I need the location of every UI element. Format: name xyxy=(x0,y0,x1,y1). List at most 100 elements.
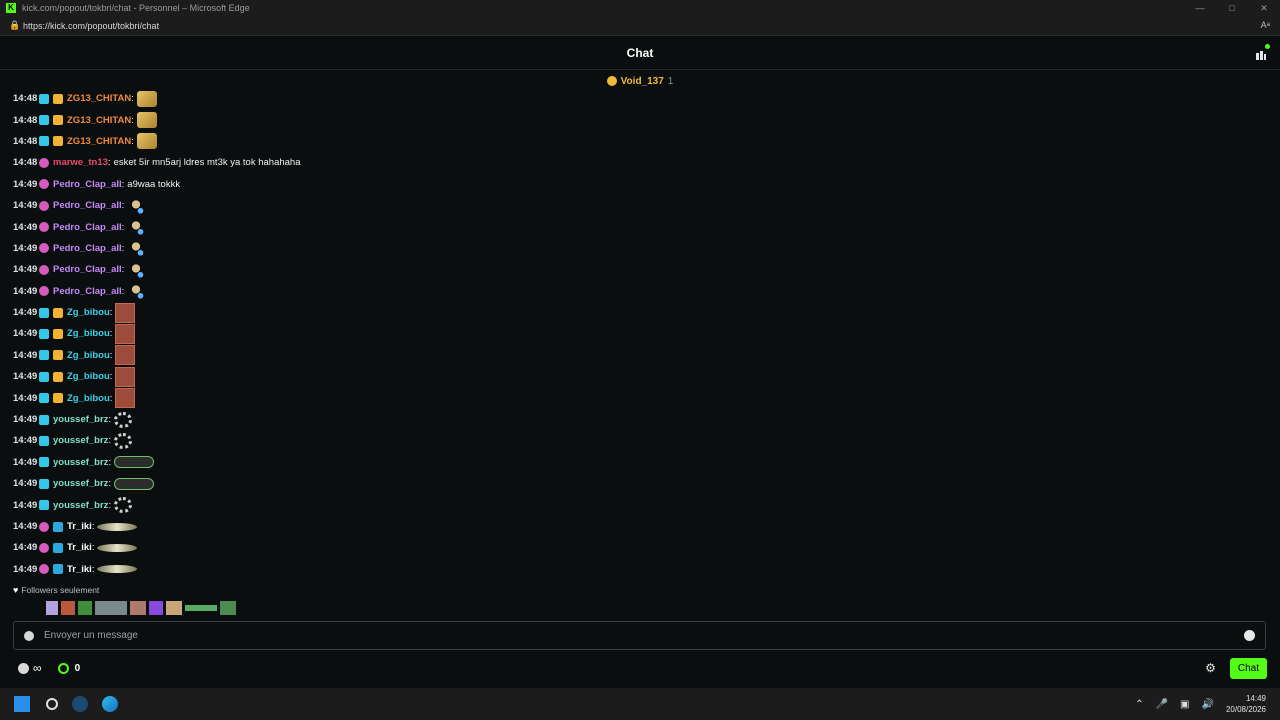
emote-icon[interactable] xyxy=(95,601,127,615)
emote-icon[interactable] xyxy=(127,219,146,236)
message-username[interactable]: youssef_brz xyxy=(53,414,108,425)
emote-icon[interactable] xyxy=(114,411,133,428)
search-icon[interactable] xyxy=(46,698,58,710)
emote-icon[interactable] xyxy=(97,543,138,552)
message-colon: : xyxy=(131,114,134,126)
emote-icon[interactable] xyxy=(127,197,146,214)
message-timestamp: 14:49 xyxy=(13,499,38,511)
message-username[interactable]: marwe_tn13 xyxy=(53,157,108,168)
message-input-box[interactable] xyxy=(13,621,1266,650)
maximize-button[interactable]: □ xyxy=(1216,0,1248,16)
slow-mode-icon[interactable] xyxy=(18,662,29,674)
message-timestamp: 14:49 xyxy=(13,414,38,426)
send-chat-button[interactable]: Chat xyxy=(1229,657,1267,679)
emote-icon[interactable] xyxy=(114,456,155,469)
users-icon[interactable] xyxy=(1255,44,1270,60)
address-bar[interactable]: 🔒 https://kick.com/popout/tokbri/chat Aᵃ xyxy=(0,16,1280,36)
message-username[interactable]: Zg_bibou xyxy=(67,350,110,361)
emote-icon[interactable] xyxy=(46,601,58,615)
emote-icon[interactable] xyxy=(114,432,133,449)
microphone-icon[interactable]: 🎤 xyxy=(1156,699,1168,710)
lock-icon: 🔒 xyxy=(9,20,21,30)
message-timestamp: 14:49 xyxy=(13,542,38,554)
emote-icon[interactable] xyxy=(130,601,146,615)
message-username[interactable]: ZG13_CHITAN xyxy=(67,115,131,126)
read-aloud-icon[interactable]: Aᵃ xyxy=(1261,20,1270,30)
message-colon: : xyxy=(131,135,134,147)
gift-count: 1 xyxy=(667,75,674,87)
message-username[interactable]: Pedro_Clap_all xyxy=(53,243,122,254)
message-username[interactable]: Pedro_Clap_all xyxy=(53,179,122,190)
message-username[interactable]: youssef_brz xyxy=(53,435,108,446)
emote-icon[interactable] xyxy=(61,601,75,615)
emote-icon[interactable] xyxy=(115,323,136,344)
message-colon: : xyxy=(108,478,112,490)
message-username[interactable]: Tr_iki xyxy=(67,542,92,553)
settings-gear-icon[interactable]: ⚙ xyxy=(1205,661,1216,675)
chat-message: 14:48 ZG13_CHITAN: xyxy=(13,88,1263,109)
volume-icon[interactable]: 🔊 xyxy=(1202,699,1214,710)
followers-only-label: Followers seulement xyxy=(21,585,100,595)
clock-time: 14:49 xyxy=(1245,694,1266,703)
emote-icon[interactable] xyxy=(115,345,136,366)
message-timestamp: 14:49 xyxy=(13,349,38,361)
emote-icon[interactable] xyxy=(127,283,146,300)
windows-start-icon[interactable] xyxy=(14,696,30,712)
steam-icon[interactable] xyxy=(72,696,88,712)
minimize-button[interactable]: — xyxy=(1184,0,1216,16)
message-username[interactable]: Zg_bibou xyxy=(67,307,110,318)
emote-icon[interactable] xyxy=(115,388,136,409)
emote-icon[interactable] xyxy=(149,601,163,615)
emote-icon[interactable] xyxy=(136,112,157,129)
emote-icon[interactable] xyxy=(136,133,157,150)
message-username[interactable]: Pedro_Clap_all xyxy=(53,286,122,297)
sub-badge-icon xyxy=(39,307,49,318)
emote-icon[interactable] xyxy=(114,497,133,514)
message-username[interactable]: ZG13_CHITAN xyxy=(67,136,131,147)
message-username[interactable]: youssef_brz xyxy=(53,478,108,489)
emote-icon[interactable] xyxy=(127,261,146,278)
message-colon: : xyxy=(121,242,125,254)
message-input[interactable] xyxy=(44,630,1244,641)
message-colon: : xyxy=(109,392,113,404)
edge-icon[interactable] xyxy=(102,696,118,712)
message-colon: : xyxy=(107,157,111,169)
emote-icon[interactable] xyxy=(97,565,138,574)
shield-icon[interactable] xyxy=(24,630,34,641)
chat-message: 14:49 Pedro_Clap_all: a9waa tokkk xyxy=(13,174,1263,195)
emote-icon[interactable] xyxy=(127,240,146,257)
gifter-name[interactable]: Void_137 xyxy=(621,76,664,87)
message-username[interactable]: youssef_brz xyxy=(53,500,108,511)
emote-icon[interactable] xyxy=(185,605,217,611)
message-username[interactable]: youssef_brz xyxy=(53,457,108,468)
url-text[interactable]: https://kick.com/popout/tokbri/chat xyxy=(23,21,159,31)
message-timestamp: 14:48 xyxy=(13,135,38,147)
message-username[interactable]: Zg_bibou xyxy=(67,393,110,404)
message-username[interactable]: Pedro_Clap_all xyxy=(53,222,122,233)
message-username[interactable]: Tr_iki xyxy=(67,521,92,532)
emote-icon[interactable] xyxy=(220,601,236,615)
emote-icon[interactable] xyxy=(97,522,138,531)
emote-icon[interactable] xyxy=(114,477,155,490)
emote-icon[interactable] xyxy=(166,601,182,615)
message-username[interactable]: Zg_bibou xyxy=(67,371,110,382)
message-username[interactable]: Pedro_Clap_all xyxy=(53,200,122,211)
message-username[interactable]: Zg_bibou xyxy=(67,328,110,339)
emote-icon[interactable] xyxy=(13,601,43,615)
message-timestamp: 14:49 xyxy=(13,285,38,297)
message-colon: : xyxy=(108,435,112,447)
emote-icon[interactable] xyxy=(136,90,157,107)
chevron-up-icon[interactable]: ⌃ xyxy=(1135,699,1143,710)
emote-icon[interactable] xyxy=(78,601,92,615)
emote-icon[interactable] xyxy=(115,366,136,387)
message-username[interactable]: Tr_iki xyxy=(67,564,92,575)
network-icon[interactable]: ▣ xyxy=(1180,699,1189,710)
message-username[interactable]: Pedro_Clap_all xyxy=(53,264,122,275)
message-colon: : xyxy=(121,285,125,297)
clock[interactable]: 14:49 20/08/2026 xyxy=(1226,693,1266,715)
emote-icon[interactable] xyxy=(115,302,136,323)
emoji-picker-icon[interactable] xyxy=(1244,630,1255,641)
close-button[interactable]: ✕ xyxy=(1248,0,1280,16)
channel-points-icon[interactable] xyxy=(57,662,69,674)
message-username[interactable]: ZG13_CHITAN xyxy=(67,93,131,104)
